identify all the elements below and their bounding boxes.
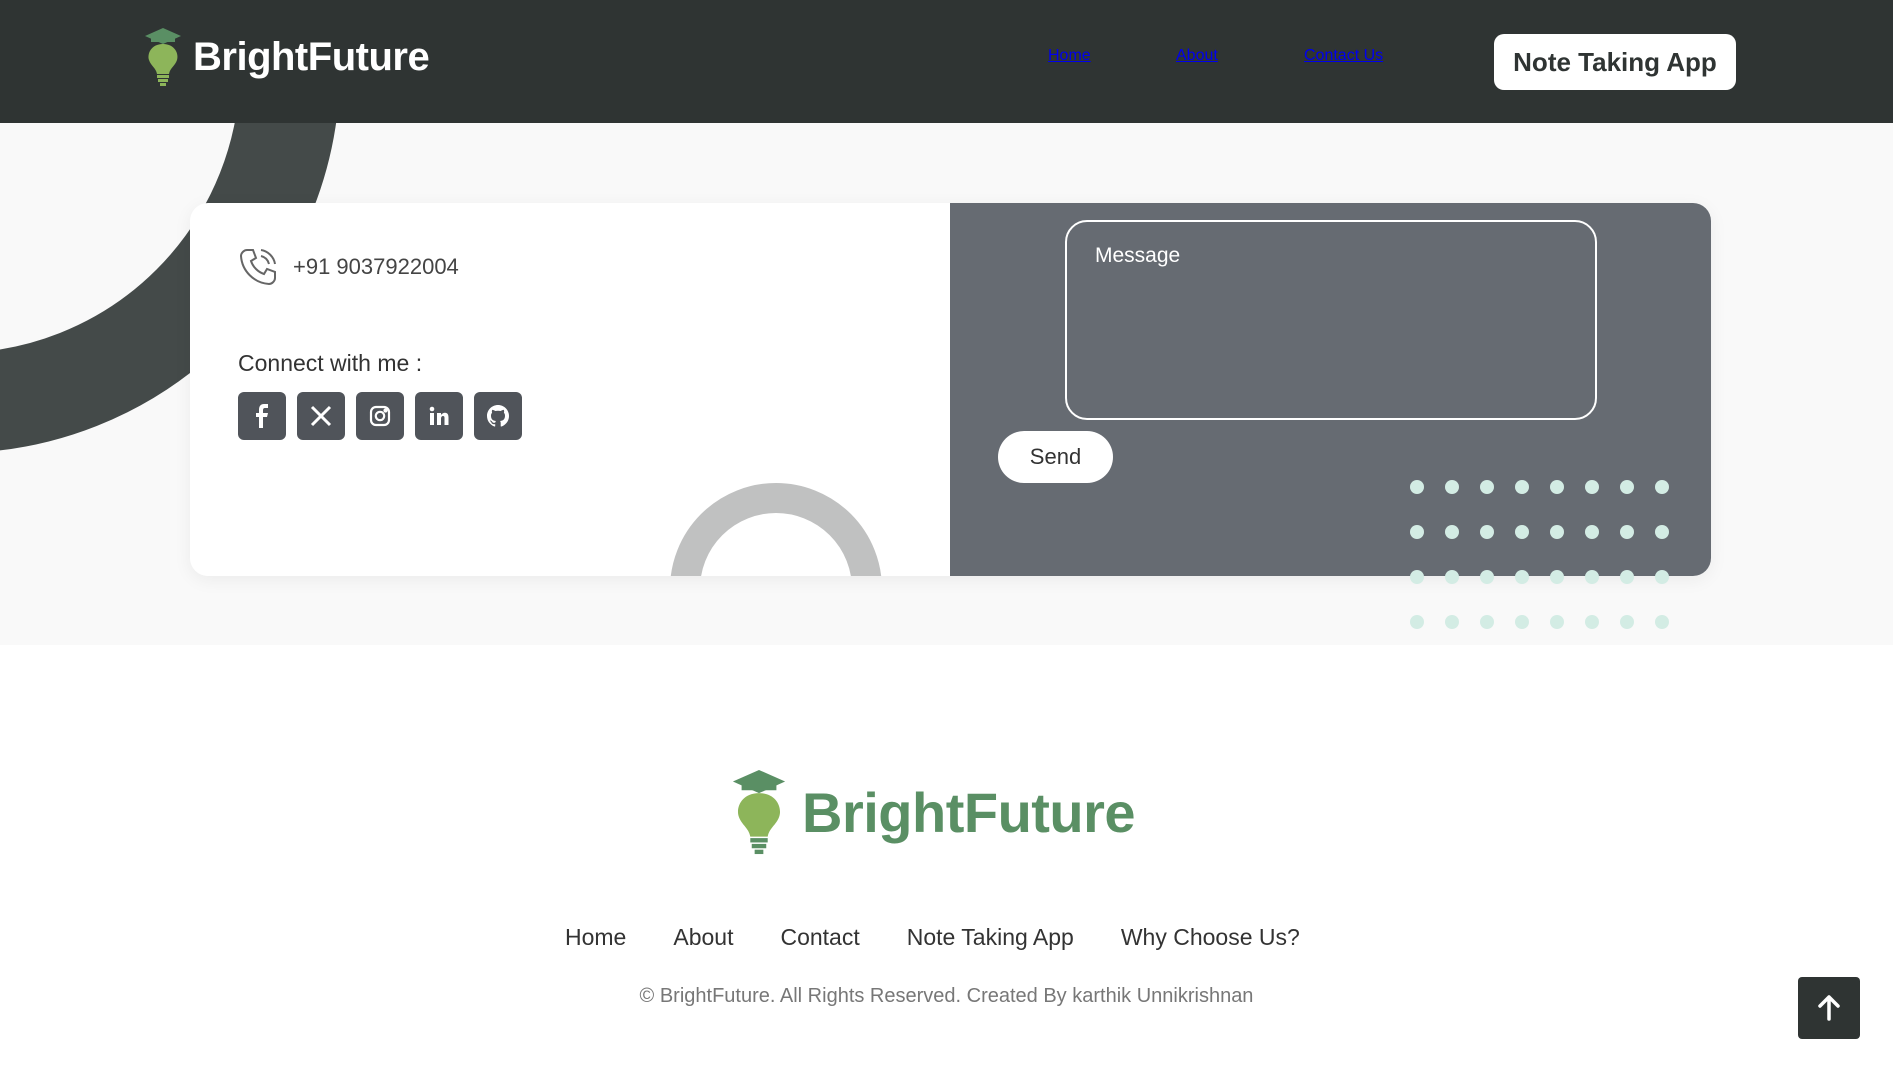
decorative-dot: [1655, 525, 1669, 539]
footer-logo[interactable]: BrightFuture: [730, 765, 1136, 859]
decorative-dot: [1585, 570, 1599, 584]
phone-icon: [239, 249, 276, 286]
decorative-dot: [1480, 570, 1494, 584]
footer-link-about[interactable]: About: [673, 924, 733, 951]
message-field-wrapper: [1065, 220, 1597, 420]
decorative-dot: [1515, 615, 1529, 629]
footer-link-contact[interactable]: Contact: [780, 924, 859, 951]
facebook-link[interactable]: [238, 392, 286, 440]
decorative-dot: [1655, 615, 1669, 629]
x-icon: [310, 405, 332, 427]
decorative-dot: [1410, 480, 1424, 494]
decorative-dot: [1550, 480, 1564, 494]
decorative-dot: [1480, 525, 1494, 539]
decorative-dot: [1515, 480, 1529, 494]
footer-link-why-choose-us[interactable]: Why Choose Us?: [1121, 924, 1300, 951]
decorative-dot: [1550, 525, 1564, 539]
linkedin-link[interactable]: [415, 392, 463, 440]
copyright-text: © BrightFuture. All Rights Reserved. Cre…: [639, 985, 1254, 1007]
decorative-dot: [1620, 525, 1634, 539]
decorative-dot: [1585, 615, 1599, 629]
send-button[interactable]: Send: [998, 431, 1113, 483]
footer-link-note-taking-app[interactable]: Note Taking App: [907, 924, 1074, 951]
decorative-dot: [1480, 615, 1494, 629]
decorative-dot: [1585, 480, 1599, 494]
site-header: BrightFuture Home About Contact Us Note …: [0, 0, 1893, 123]
decorative-dot: [1655, 480, 1669, 494]
decorative-dot: [1550, 570, 1564, 584]
contact-section: +91 9037922004 Connect with me : Message…: [0, 123, 1893, 645]
decorative-dot: [1515, 525, 1529, 539]
decorative-dot: [1620, 615, 1634, 629]
instagram-link[interactable]: [356, 392, 404, 440]
decorative-dot: [1620, 570, 1634, 584]
github-icon: [487, 405, 509, 427]
instagram-icon: [369, 405, 391, 427]
header-logo[interactable]: BrightFuture: [143, 26, 430, 88]
decorative-dot: [1585, 525, 1599, 539]
nav-home[interactable]: Home: [1048, 47, 1091, 65]
nav-contact-us[interactable]: Contact Us: [1304, 47, 1383, 65]
footer-link-home[interactable]: Home: [565, 924, 626, 951]
footer-brand-name: BrightFuture: [802, 780, 1136, 844]
connect-label: Connect with me :: [238, 350, 423, 376]
phone-row: +91 9037922004: [237, 246, 459, 288]
message-textarea[interactable]: [1095, 244, 1567, 396]
contact-info-panel: +91 9037922004 Connect with me :: [190, 203, 950, 576]
decorative-half-ring: [670, 483, 882, 576]
decorative-dot: [1515, 570, 1529, 584]
nav-about[interactable]: About: [1176, 47, 1218, 65]
arrow-up-icon: [1818, 995, 1840, 1021]
phone-number[interactable]: +91 9037922004: [293, 254, 459, 280]
decorative-dot: [1410, 525, 1424, 539]
github-link[interactable]: [474, 392, 522, 440]
lightbulb-cap-icon: [145, 28, 181, 86]
facebook-icon: [256, 404, 268, 428]
social-links: [238, 392, 522, 440]
x-link[interactable]: [297, 392, 345, 440]
decorative-dot: [1445, 570, 1459, 584]
decorative-dot-grid: [1410, 480, 1669, 629]
decorative-dot: [1620, 480, 1634, 494]
decorative-dot: [1410, 615, 1424, 629]
decorative-dot: [1480, 480, 1494, 494]
linkedin-icon: [429, 406, 449, 425]
decorative-dot: [1655, 570, 1669, 584]
decorative-dot: [1445, 480, 1459, 494]
decorative-dot: [1445, 525, 1459, 539]
decorative-dot: [1445, 615, 1459, 629]
decorative-dot: [1550, 615, 1564, 629]
lightbulb-cap-icon: [732, 769, 786, 855]
brand-name: BrightFuture: [193, 34, 430, 79]
footer-nav: Home About Contact Note Taking App Why C…: [565, 924, 1300, 951]
scroll-to-top-button[interactable]: [1798, 977, 1860, 1039]
decorative-dot: [1410, 570, 1424, 584]
note-taking-app-button[interactable]: Note Taking App: [1494, 34, 1736, 90]
